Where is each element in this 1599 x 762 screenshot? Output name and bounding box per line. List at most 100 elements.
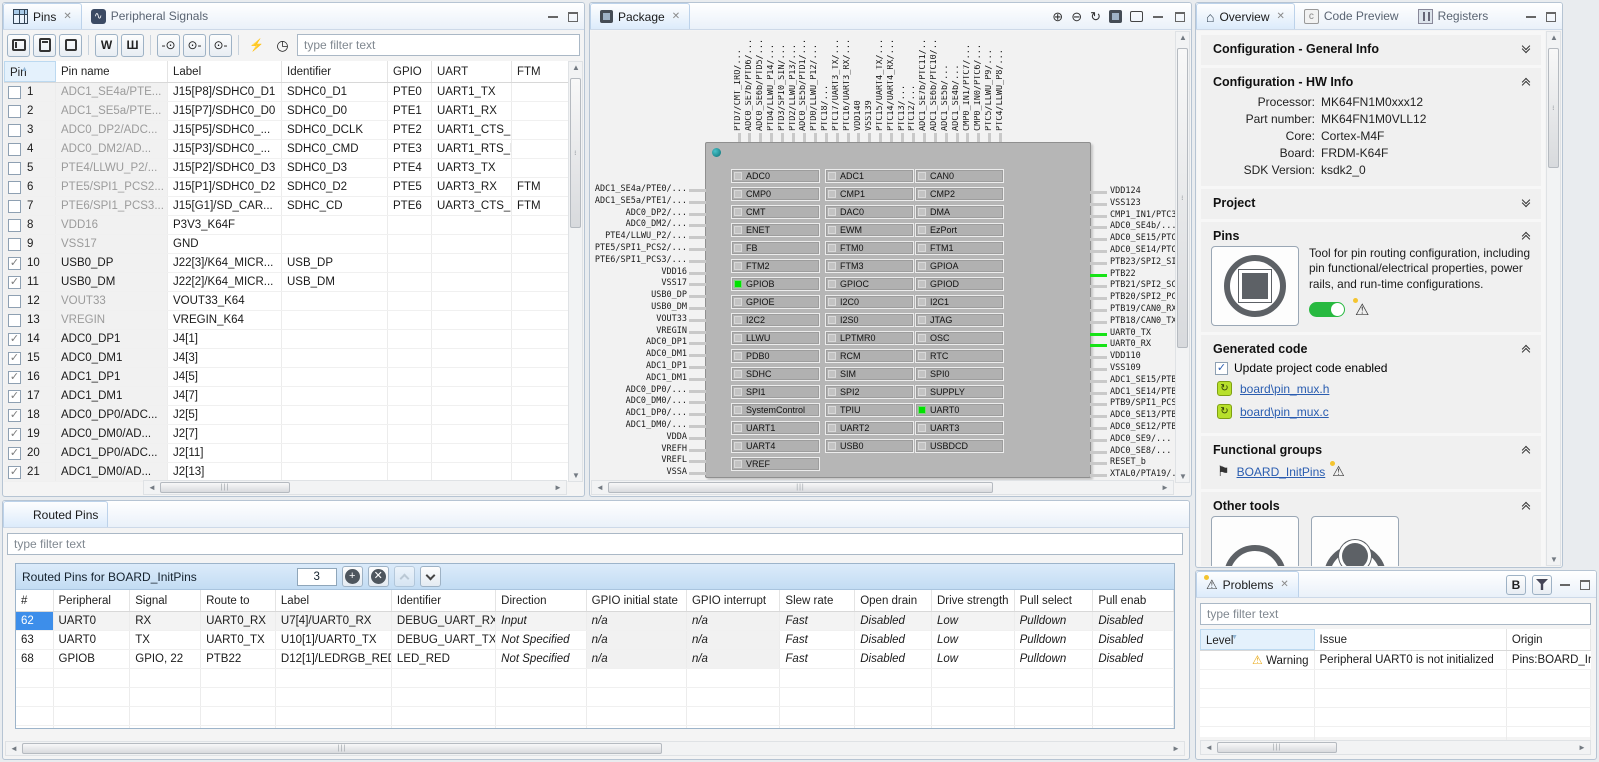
package-pin-label-left[interactable]: VREFH bbox=[593, 445, 687, 454]
table-row[interactable]: 1ADC1_SE4a/PTE...J15[P8]/SDHC0_D1SDHC0_D… bbox=[4, 83, 570, 102]
remove-pin-button[interactable]: ✕ bbox=[368, 566, 389, 587]
package-pin-label-right[interactable]: PTB19/CAN0_RX bbox=[1110, 305, 1176, 314]
package-pin-label-top[interactable]: PTC14/UART4_RX/... bbox=[887, 37, 896, 131]
peripheral-block-jtag[interactable]: JTAG bbox=[915, 313, 1004, 327]
pin-checkbox[interactable] bbox=[8, 238, 21, 251]
package-pin-label-top[interactable]: PTD0/LLWU_P12/... bbox=[810, 37, 819, 131]
pin-stub-top[interactable] bbox=[847, 133, 850, 142]
peripheral-block-spi2[interactable]: SPI2 bbox=[825, 385, 914, 399]
section-hw-info[interactable]: Configuration - HW Info Processor:MK64FN… bbox=[1201, 68, 1541, 186]
routed-hscrollbar[interactable]: ◄ ||| ► bbox=[5, 741, 1185, 756]
package-pin-label-left[interactable]: ADC0_DP0/... bbox=[593, 386, 687, 395]
tab-code-preview[interactable]: c Code Preview bbox=[1295, 3, 1409, 29]
pin-stub-left[interactable] bbox=[689, 295, 706, 298]
routed-filter-input[interactable] bbox=[7, 533, 1183, 555]
pins-tool-button[interactable] bbox=[1211, 246, 1299, 326]
package-pin-label-top[interactable]: ADC1_SE7b/PTC11/... bbox=[919, 37, 928, 131]
tab-package[interactable]: Package ✕ bbox=[590, 3, 690, 29]
pin-stub-top[interactable] bbox=[977, 133, 980, 142]
pin-stub-right[interactable] bbox=[1090, 226, 1107, 229]
pin-stub-top[interactable] bbox=[803, 133, 806, 142]
column-header[interactable]: Identifier bbox=[282, 61, 388, 82]
package-pin-label-left[interactable]: ADC0_DM1 bbox=[593, 350, 687, 359]
chevron-down-icon[interactable] bbox=[1523, 46, 1529, 52]
problems-hscrollbar[interactable]: ◄ ||| ► bbox=[1200, 740, 1591, 755]
package-pin-label-top[interactable]: PTD2/LLWU_P13/... bbox=[789, 37, 798, 131]
peripheral-block-systemcontrol[interactable]: SystemControl bbox=[731, 403, 820, 417]
package-pin-label-left[interactable]: ADC0_DM2/... bbox=[593, 220, 687, 229]
pin-stub-left[interactable] bbox=[689, 224, 706, 227]
generated-file-link[interactable]: board\pin_mux.c bbox=[1240, 405, 1329, 419]
pin-stub-top[interactable] bbox=[868, 133, 871, 142]
problem-row[interactable]: ⚠ WarningPeripheral UART0 is not initial… bbox=[1200, 651, 1591, 670]
package-pin-label-top[interactable]: VDD140 bbox=[854, 37, 863, 131]
peripheral-block-cmp1[interactable]: CMP1 bbox=[825, 187, 914, 201]
peripheral-block-uart3[interactable]: UART3 bbox=[915, 421, 1004, 435]
table-row[interactable]: ✓10USB0_DPJ22[3]/K64_MICR...USB_DP bbox=[4, 254, 570, 273]
package-pin-label-top[interactable]: PTD3/SPI0_SIN/... bbox=[778, 37, 787, 131]
pin-stub-top[interactable] bbox=[836, 133, 839, 142]
table-row[interactable]: 6PTE5/SPI1_PCS2...J15[P1]/SDHC0_D2SDHC0_… bbox=[4, 178, 570, 197]
pin-stub-left[interactable] bbox=[689, 307, 706, 310]
pin-checkbox[interactable] bbox=[8, 219, 21, 232]
peripheral-block-rtc[interactable]: RTC bbox=[915, 349, 1004, 363]
pin-stub-top[interactable] bbox=[825, 133, 828, 142]
chevron-down-icon[interactable] bbox=[1523, 200, 1529, 206]
pin-stub-right[interactable] bbox=[1090, 392, 1107, 395]
pin-stub-top[interactable] bbox=[814, 133, 817, 142]
pin-checkbox[interactable]: ✓ bbox=[8, 466, 21, 479]
package-pin-label-top[interactable]: PTC13/... bbox=[898, 37, 907, 131]
pin-stub-right[interactable] bbox=[1090, 439, 1107, 442]
history-icon[interactable]: ◷ bbox=[271, 34, 294, 57]
peripheral-block-lptmr0[interactable]: LPTMR0 bbox=[825, 331, 914, 345]
pin-stub-left[interactable] bbox=[689, 342, 706, 345]
pin-stub-left[interactable] bbox=[689, 472, 706, 475]
package-pin-label-top[interactable]: PTC18/... bbox=[821, 37, 830, 131]
package-pin-label-right[interactable]: VDD110 bbox=[1110, 352, 1176, 361]
package-pin-label-left[interactable]: VOUT33 bbox=[593, 315, 687, 324]
pin-stub-right[interactable] bbox=[1090, 368, 1107, 371]
pin-stub-right[interactable] bbox=[1090, 238, 1107, 241]
column-header[interactable]: Label bbox=[168, 61, 282, 82]
package-pin-label-top[interactable]: PTC17/UART3_TX/... bbox=[832, 37, 841, 131]
pin-stub-right[interactable] bbox=[1090, 427, 1107, 430]
minimize-icon[interactable] bbox=[546, 11, 560, 23]
peripheral-block-uart4[interactable]: UART4 bbox=[731, 439, 820, 453]
tab-overview-close-icon[interactable]: ✕ bbox=[1276, 11, 1284, 22]
peripheral-block-ezport[interactable]: EzPort bbox=[915, 223, 1004, 237]
section-generated-code[interactable]: Generated code ✓ Update project code ena… bbox=[1201, 335, 1541, 433]
pin-stub-right[interactable] bbox=[1090, 309, 1107, 312]
pin-stub-left[interactable] bbox=[689, 319, 706, 322]
package-pin-label-top[interactable]: ADC1_SE4b/... bbox=[952, 37, 961, 131]
routed-row[interactable]: 63UART0TXUART0_TXU10[1]/UART0_TXDEBUG_UA… bbox=[16, 631, 1174, 650]
pin-stub-top[interactable] bbox=[988, 133, 991, 142]
package-pin-label-right[interactable]: PTB23/SPI2_SIN. bbox=[1110, 258, 1176, 267]
package-pin-label-right[interactable]: VDD124 bbox=[1110, 187, 1176, 196]
column-header[interactable]: GPIO interrupt bbox=[687, 590, 780, 611]
section-functional-groups[interactable]: Functional groups ⚑ BOARD_InitPins ⚠ bbox=[1201, 436, 1541, 489]
other-tool-button-2[interactable] bbox=[1311, 516, 1399, 566]
pins-vscrollbar[interactable]: ▲ ᎒ ▼ bbox=[568, 61, 583, 482]
package-pin-label-top[interactable]: PTD4/LLWU_P14/... bbox=[767, 37, 776, 131]
pin-checkbox[interactable] bbox=[8, 143, 21, 156]
peripheral-block-i2c0[interactable]: I2C0 bbox=[825, 295, 914, 309]
pin-stub-top[interactable] bbox=[966, 133, 969, 142]
package-pin-label-right[interactable]: PTB21/SPI2_SCK bbox=[1110, 281, 1176, 290]
package-canvas[interactable]: PTD7/CMT_IRO/...ADC0_SE7b/PTD6/...ADC0_S… bbox=[591, 31, 1176, 483]
pin-output-button[interactable]: ⊙- bbox=[183, 34, 206, 57]
peripheral-block-ftm0[interactable]: FTM0 bbox=[825, 241, 914, 255]
pin-checkbox[interactable]: ✓ bbox=[8, 276, 21, 289]
peripheral-block-enet[interactable]: ENET bbox=[731, 223, 820, 237]
pin-stub-right[interactable] bbox=[1090, 285, 1107, 288]
package-pin-label-top[interactable]: PTC5/LLWU_P9/... bbox=[985, 37, 994, 131]
table-row[interactable]: ✓18ADC0_DP0/ADC...J2[5] bbox=[4, 406, 570, 425]
package-pin-label-left[interactable]: PTE6/SPI1_PCS3/... bbox=[593, 256, 687, 265]
pin-stub-left[interactable] bbox=[689, 189, 706, 192]
pin-checkbox[interactable] bbox=[8, 124, 21, 137]
peripheral-block-supply[interactable]: SUPPLY bbox=[915, 385, 1004, 399]
column-header[interactable]: Origin bbox=[1507, 629, 1591, 650]
pin-stub-left[interactable] bbox=[689, 283, 706, 286]
pin-checkbox[interactable] bbox=[8, 314, 21, 327]
column-header[interactable]: Pull enab bbox=[1093, 590, 1174, 611]
pin-stub-top[interactable] bbox=[770, 133, 773, 142]
